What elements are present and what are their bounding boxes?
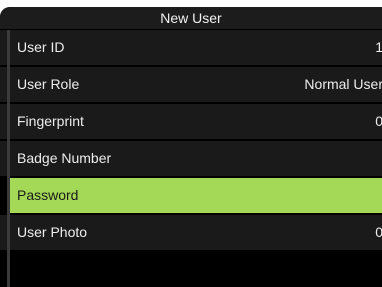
menu-item-value: 0 bbox=[375, 224, 382, 240]
menu-item-badge-number[interactable]: Badge Number bbox=[0, 141, 382, 178]
settings-menu: User ID 1 User Role Normal User Fingerpr… bbox=[0, 30, 382, 252]
menu-item-label: User ID bbox=[17, 39, 65, 55]
menu-item-value: 1 bbox=[375, 39, 382, 55]
menu-item-user-photo[interactable]: User Photo 0 bbox=[0, 215, 382, 252]
device-screen: New User User ID 1 User Role Normal User… bbox=[0, 7, 382, 287]
menu-item-user-id[interactable]: User ID 1 bbox=[0, 30, 382, 67]
menu-item-label: User Photo bbox=[17, 224, 88, 240]
page-title: New User bbox=[0, 7, 382, 29]
scroll-rail bbox=[7, 30, 10, 287]
menu-item-label: Badge Number bbox=[17, 150, 112, 166]
menu-item-fingerprint[interactable]: Fingerprint 0 bbox=[0, 104, 382, 141]
menu-item-label: Password bbox=[17, 187, 79, 203]
menu-item-value: Normal User bbox=[304, 76, 382, 92]
menu-item-label: Fingerprint bbox=[17, 113, 84, 129]
menu-item-user-role[interactable]: User Role Normal User bbox=[0, 67, 382, 104]
menu-item-password[interactable]: Password bbox=[7, 178, 382, 215]
menu-item-label: User Role bbox=[17, 76, 80, 92]
menu-item-value: 0 bbox=[375, 113, 382, 129]
